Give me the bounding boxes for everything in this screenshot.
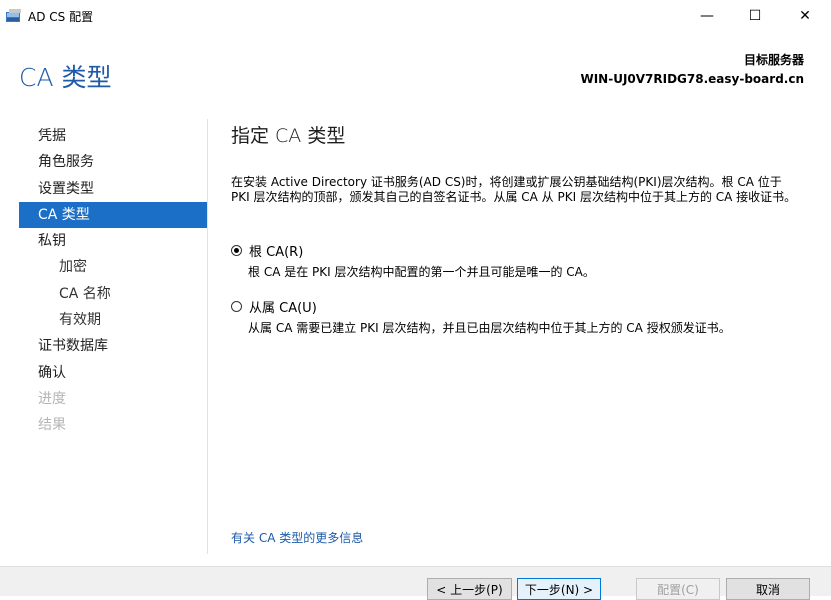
nav-item-results: 结果 (38, 417, 66, 434)
subordinate-ca-option[interactable]: 从属 CA(U) (231, 297, 317, 316)
root-ca-description: 根 CA 是在 PKI 层次结构中配置的第一个并且可能是唯一的 CA。 (248, 265, 595, 279)
next-button[interactable]: 下一步(N) > (517, 578, 601, 600)
root-ca-option[interactable]: 根 CA(R) (231, 241, 303, 260)
close-button[interactable]: ✕ (782, 0, 828, 32)
root-ca-label[interactable]: 根 CA(R) (249, 241, 303, 260)
nav-item-private-key[interactable]: 私钥 (19, 228, 207, 254)
subordinate-ca-description: 从属 CA 需要已建立 PKI 层次结构，并且已由层次结构中位于其上方的 CA … (248, 321, 731, 335)
target-server-name: WIN-UJ0V7RIDG78.easy-board.cn (580, 72, 804, 86)
maximize-icon: ☐ (748, 8, 762, 24)
maximize-button[interactable]: ☐ (732, 0, 778, 32)
nav-item-confirmation[interactable]: 确认 (19, 360, 207, 386)
subordinate-ca-label[interactable]: 从属 CA(U) (249, 297, 317, 316)
nav-item-certificate-database[interactable]: 证书数据库 (19, 333, 207, 359)
close-icon: ✕ (799, 8, 811, 24)
previous-button[interactable]: < 上一步(P) (427, 578, 512, 600)
configure-button[interactable]: 配置(C) (636, 578, 720, 600)
nav-item-ca-name[interactable]: CA 名称 (19, 281, 207, 307)
nav-divider (207, 119, 208, 554)
nav-item-progress: 进度 (38, 390, 66, 407)
section-description: 在安装 Active Directory 证书服务(AD CS)时，将创建或扩展… (231, 175, 797, 204)
server-icon (6, 9, 21, 22)
more-info-link[interactable]: 有关 CA 类型的更多信息 (231, 529, 363, 546)
title-bar: AD CS 配置 — ☐ ✕ (0, 0, 831, 32)
section-title: 指定 CA 类型 (231, 125, 346, 147)
nav-item-role-services[interactable]: 角色服务 (19, 149, 207, 175)
nav-item-cryptography[interactable]: 加密 (19, 254, 207, 280)
cancel-button[interactable]: 取消 (726, 578, 810, 600)
wizard-nav: 凭据 角色服务 设置类型 CA 类型 私钥 加密 CA 名称 有效期 证书数据库… (19, 123, 207, 439)
target-server-label: 目标服务器 (743, 53, 804, 67)
minimize-icon: — (700, 8, 714, 24)
subordinate-ca-radio[interactable] (231, 301, 242, 312)
nav-item-ca-type[interactable]: CA 类型 (19, 201, 207, 229)
nav-item-credentials[interactable]: 凭据 (19, 123, 207, 149)
minimize-button[interactable]: — (684, 0, 730, 32)
root-ca-radio[interactable] (231, 245, 242, 256)
page-title: CA 类型 (19, 63, 112, 92)
nav-item-setup-type[interactable]: 设置类型 (19, 176, 207, 202)
nav-item-validity-period[interactable]: 有效期 (19, 307, 207, 333)
window-title: AD CS 配置 (28, 10, 94, 24)
